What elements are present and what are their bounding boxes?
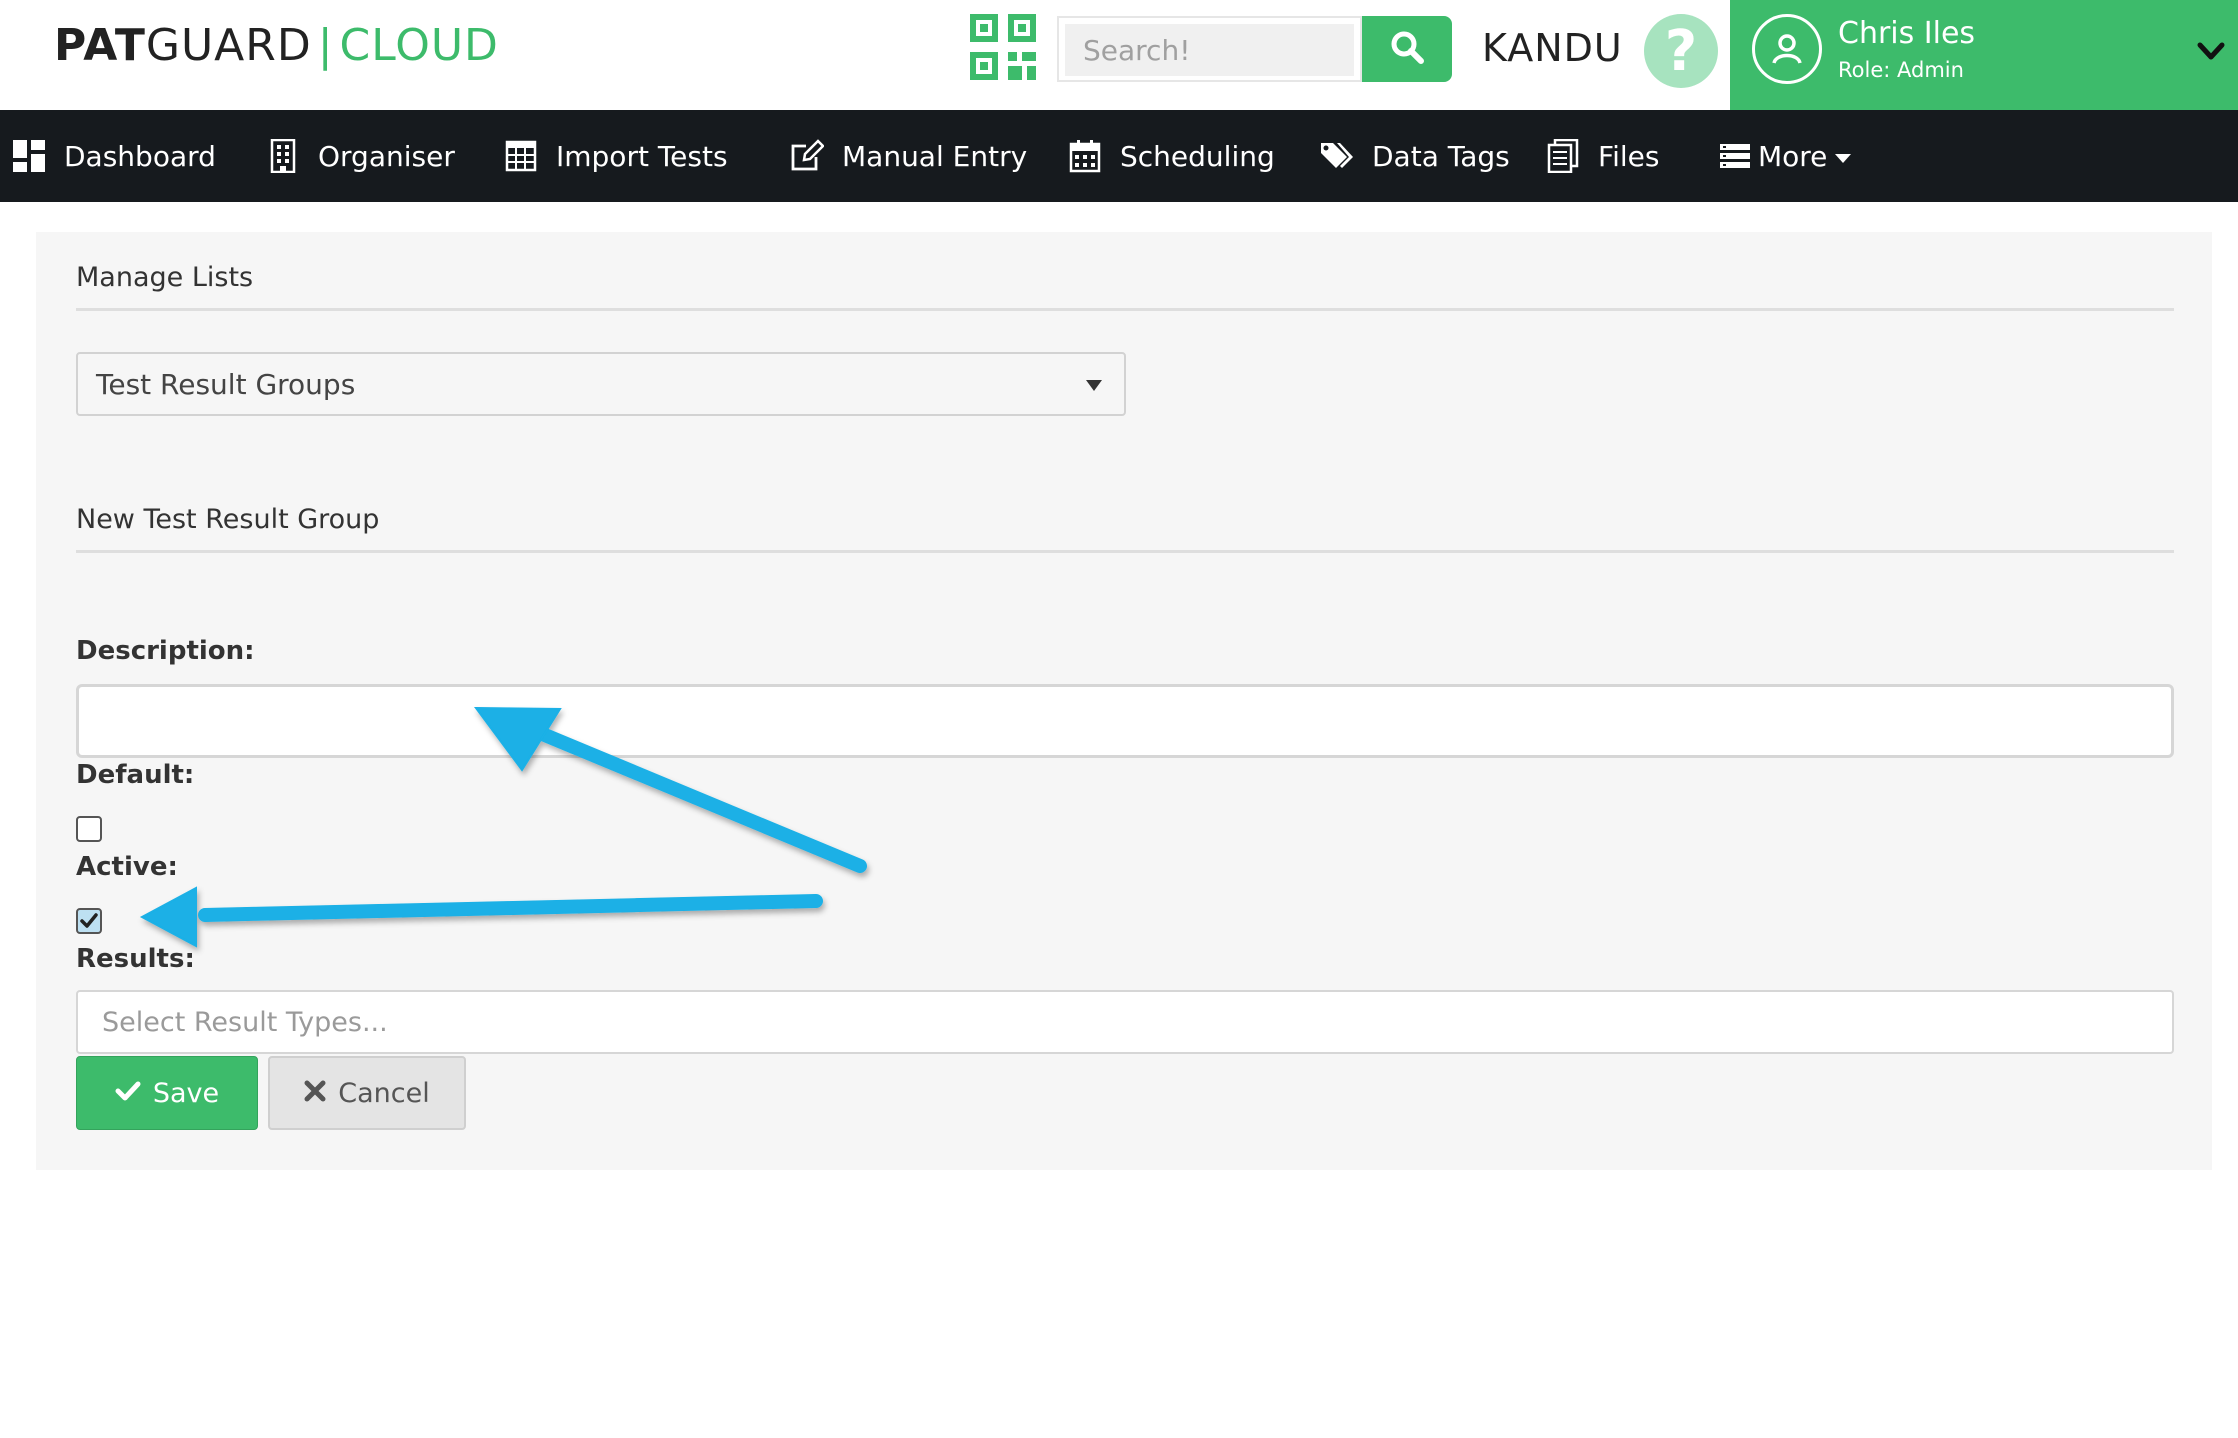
- nav-label: Files: [1598, 139, 1660, 173]
- nav-item-scheduling[interactable]: Scheduling: [1068, 110, 1275, 202]
- search-button[interactable]: [1362, 16, 1452, 82]
- active-checkbox[interactable]: [76, 908, 102, 934]
- cancel-button[interactable]: Cancel: [268, 1056, 466, 1130]
- manage-lists-panel: Manage Lists Test Result Groups New Test…: [36, 232, 2212, 1170]
- nav-item-data-tags[interactable]: Data Tags: [1320, 110, 1510, 202]
- files-icon: [1546, 139, 1580, 173]
- nav-label: More: [1758, 139, 1828, 173]
- tags-icon: [1320, 139, 1354, 173]
- cancel-label: Cancel: [338, 1077, 430, 1109]
- edit-icon: [790, 139, 824, 173]
- list-type-select-value: Test Result Groups: [96, 367, 356, 401]
- qr-code-icon[interactable]: [970, 14, 1036, 80]
- menu-list-icon: [1718, 139, 1752, 173]
- caret-down-icon: [1835, 153, 1852, 163]
- section-divider: [76, 308, 2174, 311]
- dashboard-icon: [12, 139, 46, 173]
- question-icon[interactable]: ?: [1644, 14, 1718, 88]
- nav-item-dashboard[interactable]: Dashboard: [12, 110, 216, 202]
- results-select[interactable]: Select Result Types...: [76, 990, 2174, 1054]
- building-icon: [266, 139, 300, 173]
- save-label: Save: [152, 1077, 220, 1109]
- nav-item-files[interactable]: Files: [1546, 110, 1659, 202]
- logo-separator: |: [317, 20, 334, 71]
- brand-logo[interactable]: PATGUARD | CLOUD: [54, 20, 499, 71]
- default-label: Default:: [76, 760, 195, 790]
- check-icon: [115, 1078, 141, 1109]
- table-grid-icon: [504, 139, 538, 173]
- nav-label: Data Tags: [1372, 139, 1510, 173]
- top-header: PATGUARD|CLOUD KANDU ? Chri: [0, 0, 2238, 110]
- search-icon: [1390, 30, 1424, 68]
- user-circle-icon: [1752, 14, 1822, 84]
- results-label: Results:: [76, 944, 195, 974]
- nav-label: Manual Entry: [842, 139, 1028, 173]
- user-menu[interactable]: Chris Iles Role: Admin: [1730, 0, 2238, 110]
- form-title: New Test Result Group: [76, 504, 380, 535]
- active-label: Active:: [76, 852, 178, 882]
- user-role: Role: Admin: [1838, 58, 1964, 82]
- nav-item-import-tests[interactable]: Import Tests: [504, 110, 728, 202]
- form-divider: [76, 550, 2174, 553]
- search-container: [1057, 16, 1362, 82]
- section-title: Manage Lists: [76, 262, 254, 293]
- list-type-select[interactable]: Test Result Groups: [76, 352, 1126, 416]
- nav-item-more[interactable]: More: [1718, 110, 1852, 202]
- nav-label: Scheduling: [1120, 139, 1275, 173]
- logo-part-pat: PAT: [54, 20, 146, 71]
- description-label: Description:: [76, 636, 255, 666]
- chevron-down-icon[interactable]: [2196, 36, 2226, 66]
- nav-label: Import Tests: [556, 139, 728, 173]
- logo-part-guard: GUARD: [145, 20, 312, 71]
- nav-label: Organiser: [318, 139, 455, 173]
- organisation-name[interactable]: KANDU: [1482, 26, 1623, 70]
- nav-item-organiser[interactable]: Organiser: [266, 110, 455, 202]
- description-input[interactable]: [76, 684, 2174, 758]
- user-name: Chris Iles: [1838, 16, 1976, 51]
- save-button[interactable]: Save: [76, 1056, 258, 1130]
- logo-part-cloud: CLOUD: [339, 20, 499, 71]
- main-nav: Dashboard Organiser Import Tests Manual …: [0, 110, 2238, 202]
- results-placeholder: Select Result Types...: [102, 1006, 388, 1038]
- nav-item-manual-entry[interactable]: Manual Entry: [790, 110, 1027, 202]
- default-checkbox[interactable]: [76, 816, 102, 842]
- checkmark-icon: [80, 913, 98, 928]
- search-input[interactable]: [1065, 24, 1354, 76]
- dropdown-triangle-icon: [1086, 380, 1102, 391]
- close-icon: [304, 1078, 326, 1109]
- nav-label: Dashboard: [64, 139, 216, 173]
- calendar-icon: [1068, 139, 1102, 173]
